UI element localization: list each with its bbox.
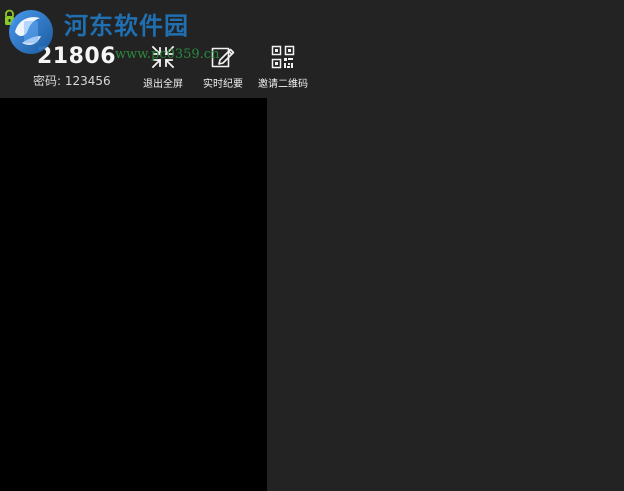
- invite-qrcode-label: 邀请二维码: [258, 79, 308, 90]
- top-toolbar: 21806 密码: 123456 退出全屏 实时纪要 邀请二维码 河东软件园 w…: [0, 0, 624, 98]
- qr-code-icon: [271, 45, 295, 69]
- lock-icon: [5, 9, 14, 25]
- invite-qrcode-button[interactable]: 邀请二维码: [258, 43, 308, 95]
- meeting-password: 密码: 123456: [33, 74, 111, 88]
- video-pane[interactable]: [0, 98, 267, 491]
- exit-fullscreen-label: 退出全屏: [143, 79, 183, 90]
- toolbar-actions: 退出全屏 实时纪要 邀请二维码: [138, 43, 318, 95]
- edit-note-icon: [211, 47, 235, 68]
- realtime-minutes-button[interactable]: 实时纪要: [198, 43, 248, 95]
- meeting-window: 21806 密码: 123456 退出全屏 实时纪要 邀请二维码 河东软件园 w…: [0, 0, 624, 491]
- exit-fullscreen-button[interactable]: 退出全屏: [138, 43, 188, 95]
- meeting-id: 21806: [37, 44, 117, 69]
- side-pane: [267, 98, 624, 491]
- exit-fullscreen-icon: [151, 45, 175, 69]
- watermark-brand: 河东软件园: [64, 12, 189, 40]
- realtime-minutes-label: 实时纪要: [203, 79, 243, 90]
